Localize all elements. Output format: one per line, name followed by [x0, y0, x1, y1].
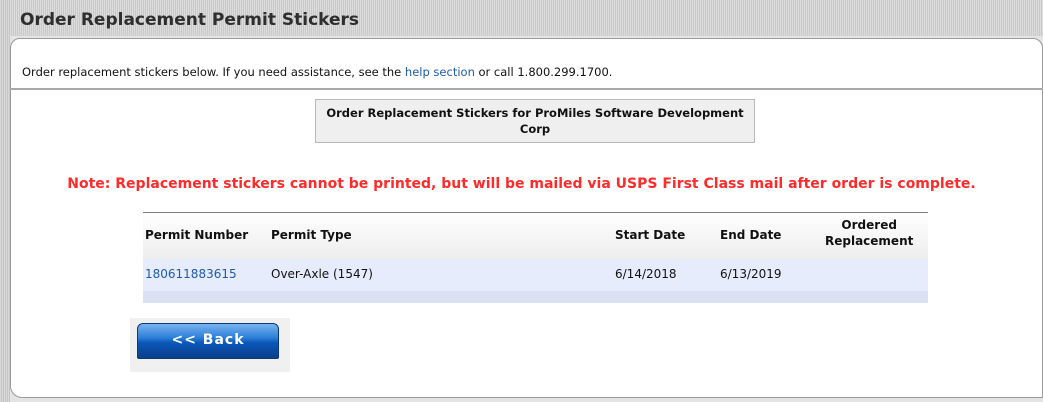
- left-border-strip: [0, 0, 10, 402]
- mailing-note: Note: Replacement stickers cannot be pri…: [67, 176, 976, 192]
- header-permit-number: Permit Number: [145, 228, 249, 242]
- table-header: Permit Number Permit Type Start Date End…: [143, 213, 928, 259]
- header-permit-type: Permit Type: [271, 228, 352, 242]
- company-heading-line2: Corp: [519, 122, 551, 136]
- table-row: 180611883615 Over-Axle (1547) 6/14/2018 …: [143, 259, 928, 291]
- back-button[interactable]: << Back: [137, 323, 279, 359]
- header-ordered-replacement: Ordered Replacement: [825, 217, 913, 249]
- instructions-prefix: Order replacement stickers below. If you…: [22, 65, 405, 79]
- end-date-cell: 6/13/2019: [720, 267, 782, 281]
- permits-table: Permit Number Permit Type Start Date End…: [143, 212, 928, 303]
- instructions-text: Order replacement stickers below. If you…: [22, 65, 612, 79]
- help-section-link[interactable]: help section: [405, 65, 475, 79]
- header-ordered-line2: Replacement: [825, 234, 914, 248]
- page-title: Order Replacement Permit Stickers: [20, 10, 360, 30]
- company-heading: Order Replacement Stickers for ProMiles …: [315, 99, 755, 143]
- divider: [10, 88, 1043, 90]
- start-date-cell: 6/14/2018: [615, 267, 677, 281]
- back-button-label: << Back: [171, 332, 245, 348]
- header-start-date: Start Date: [615, 228, 686, 242]
- header-ordered-line1: Ordered: [841, 218, 897, 232]
- permit-number-link[interactable]: 180611883615: [145, 267, 237, 281]
- instructions-suffix: or call 1.800.299.1700.: [474, 65, 613, 79]
- permit-type-cell: Over-Axle (1547): [271, 267, 373, 281]
- company-heading-line1: Order Replacement Stickers for ProMiles …: [326, 106, 744, 120]
- title-bar: Order Replacement Permit Stickers: [0, 0, 1043, 36]
- table-footer: [143, 291, 928, 303]
- header-end-date: End Date: [720, 228, 782, 242]
